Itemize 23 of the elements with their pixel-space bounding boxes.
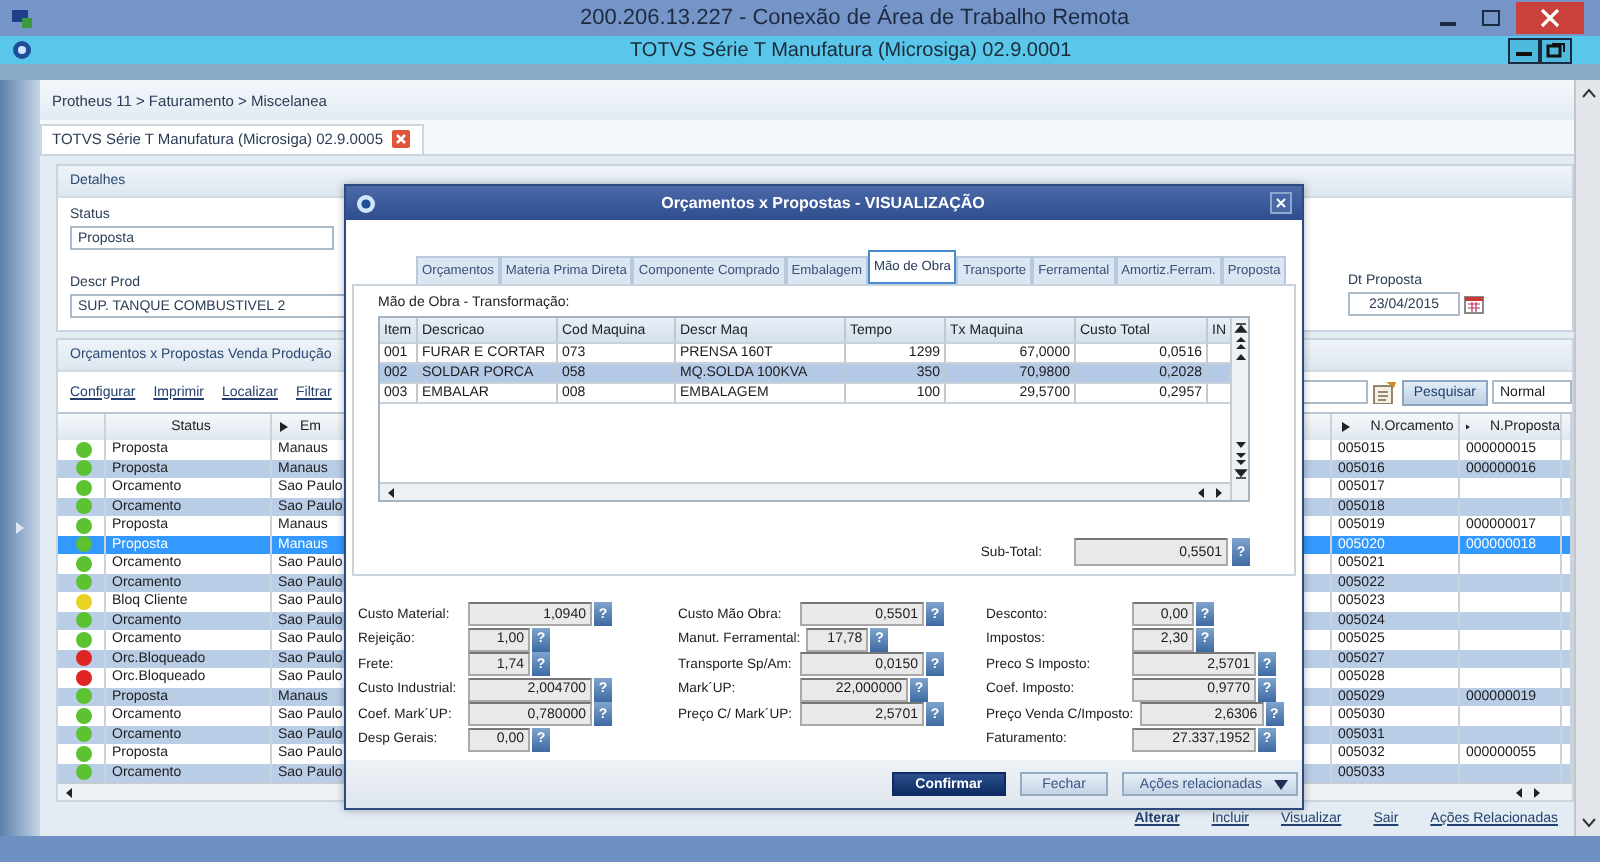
window-title: 200.206.13.227 - Conexão de Área de Trabalho Remota — [580, 6, 1130, 30]
dialog-title: Orçamentos x Propostas - VISUALIZAÇÃO — [659, 194, 987, 212]
scroll-up-icon[interactable] — [1581, 88, 1595, 98]
scroll-page-down-icon[interactable] — [1233, 452, 1247, 466]
scroll-bottom-icon[interactable] — [1233, 466, 1247, 480]
scroll-page-up-icon[interactable] — [1233, 336, 1247, 350]
close-icon[interactable] — [1270, 192, 1292, 214]
sort-arrow-icon — [280, 422, 288, 432]
sort-arrow-icon — [1466, 422, 1470, 432]
close-icon[interactable] — [1516, 2, 1584, 34]
window-title: TOTVS Série T Manufatura (Microsiga) 02.9.0001 — [630, 39, 1072, 61]
scroll-up-icon[interactable] — [1233, 350, 1247, 364]
notepad-icon[interactable] — [1371, 381, 1396, 403]
restore-icon[interactable] — [1540, 37, 1572, 63]
sort-arrow-icon — [1342, 422, 1351, 432]
monitor-icon — [10, 7, 34, 29]
calendar-icon[interactable] — [1464, 295, 1484, 313]
minimize-icon[interactable] — [1508, 37, 1540, 63]
scroll-top-icon[interactable] — [1233, 322, 1247, 336]
scroll-down-icon[interactable] — [1581, 818, 1595, 828]
vertical-scrollbar[interactable] — [1230, 318, 1248, 500]
vertical-scrollbar[interactable] — [1574, 80, 1600, 836]
horizontal-scrollbar[interactable] — [380, 482, 1230, 500]
